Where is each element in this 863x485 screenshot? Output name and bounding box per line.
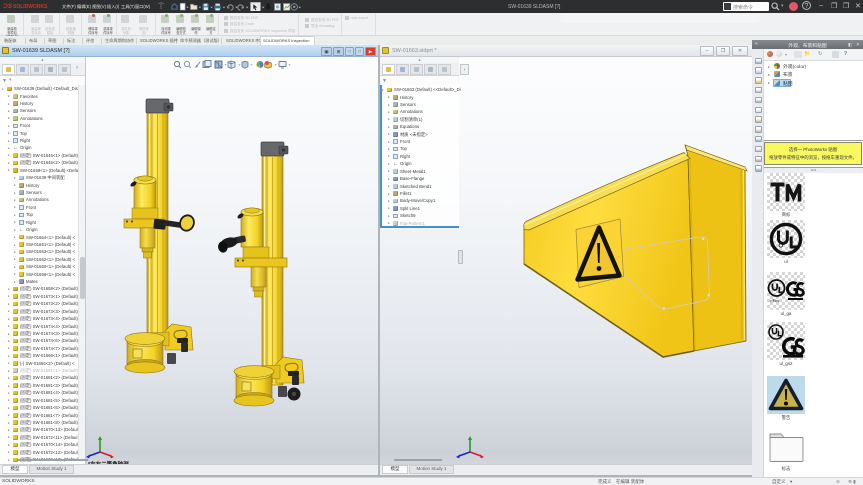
svg-text:c®us: c®us: [770, 298, 779, 303]
